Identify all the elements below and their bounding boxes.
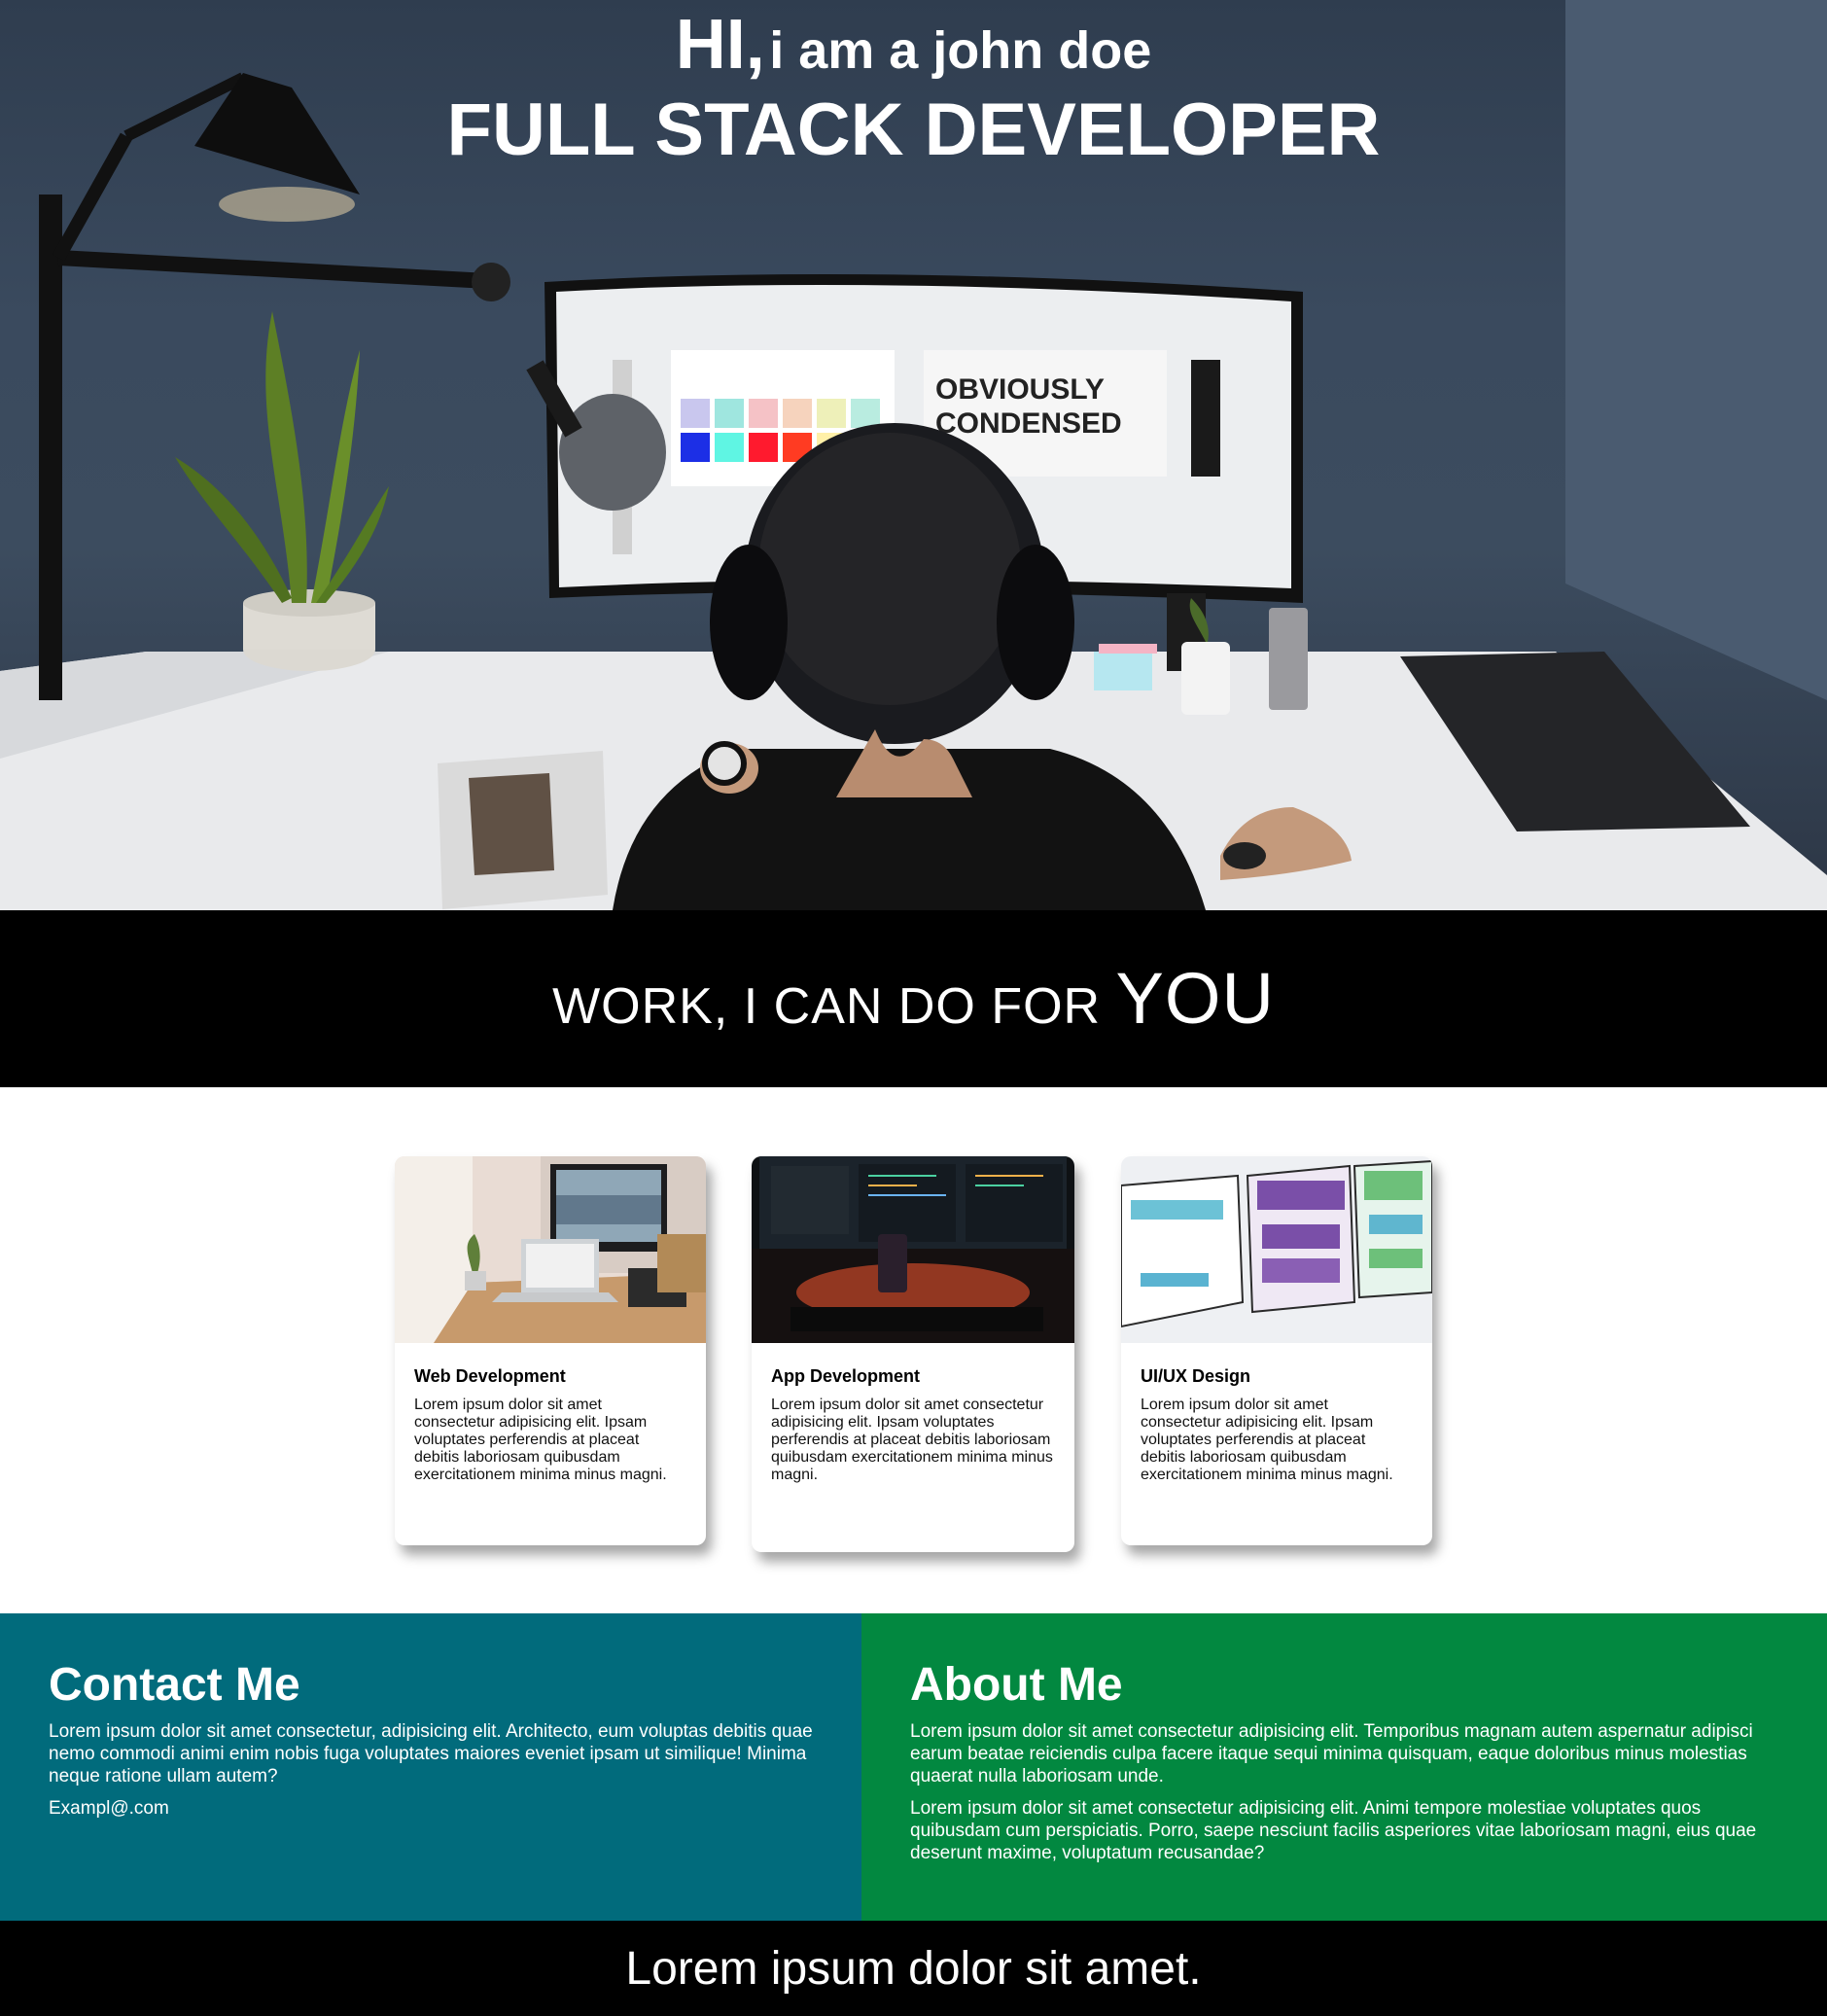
web-development-image <box>395 1156 706 1343</box>
about-paragraph-2: Lorem ipsum dolor sit amet consectetur a… <box>910 1798 1757 1863</box>
monitor-text-2: CONDENSED <box>935 407 1122 440</box>
contact-section: Contact Me Lorem ipsum dolor sit amet co… <box>0 1613 861 1921</box>
app-development-image <box>752 1156 1074 1343</box>
monitor-text-1: OBVIOUSLY <box>935 373 1105 406</box>
card-body-uiux: Lorem ipsum dolor sit amet consectetur a… <box>1141 1397 1393 1483</box>
card-title-uiux: UI/UX Design <box>1141 1366 1251 1386</box>
card-body-app: Lorem ipsum dolor sit amet consectetur a… <box>771 1397 1053 1483</box>
contact-title: Contact Me <box>49 1659 300 1711</box>
contact-email[interactable]: Exampl@.com <box>49 1797 823 1820</box>
work-heading-lead: WORK, I CAN DO FOR <box>552 978 1102 1035</box>
work-heading-emphasis: YOU <box>1115 958 1275 1039</box>
hero-title: HI, i am a john doe FULL STACK DEVELOPER <box>0 10 1827 167</box>
footer-text: Lorem ipsum dolor sit amet. <box>625 1942 1202 1995</box>
uiux-design-image <box>1121 1156 1432 1343</box>
hero-greeting: HI, i am a john doe <box>0 10 1827 80</box>
hero-intro: i am a john doe <box>769 21 1152 80</box>
service-card-app[interactable]: App Development Lorem ipsum dolor sit am… <box>752 1156 1074 1552</box>
service-card-uiux[interactable]: UI/UX Design Lorem ipsum dolor sit amet … <box>1121 1156 1432 1545</box>
hero-section: OBVIOUSLY CONDENSED HI, i am a john doe … <box>0 0 1827 910</box>
hero-role: FULL STACK DEVELOPER <box>446 88 1381 171</box>
card-title-web: Web Development <box>414 1366 566 1386</box>
card-title-app: App Development <box>771 1366 921 1386</box>
hero-hi: HI, <box>675 6 765 84</box>
service-card-web[interactable]: Web Development Lorem ipsum dolor sit am… <box>395 1156 706 1545</box>
about-paragraph-1: Lorem ipsum dolor sit amet consectetur a… <box>910 1721 1753 1786</box>
footer: Lorem ipsum dolor sit amet. <box>0 1921 1827 2016</box>
work-band: WORK, I CAN DO FOR YOU <box>0 910 1827 1087</box>
about-title: About Me <box>910 1659 1123 1711</box>
about-section: About Me Lorem ipsum dolor sit amet cons… <box>861 1613 1827 1921</box>
contact-body: Lorem ipsum dolor sit amet consectetur, … <box>49 1721 813 1786</box>
card-body-web: Lorem ipsum dolor sit amet consectetur a… <box>414 1397 667 1483</box>
work-heading: WORK, I CAN DO FOR YOU <box>552 963 1275 1035</box>
